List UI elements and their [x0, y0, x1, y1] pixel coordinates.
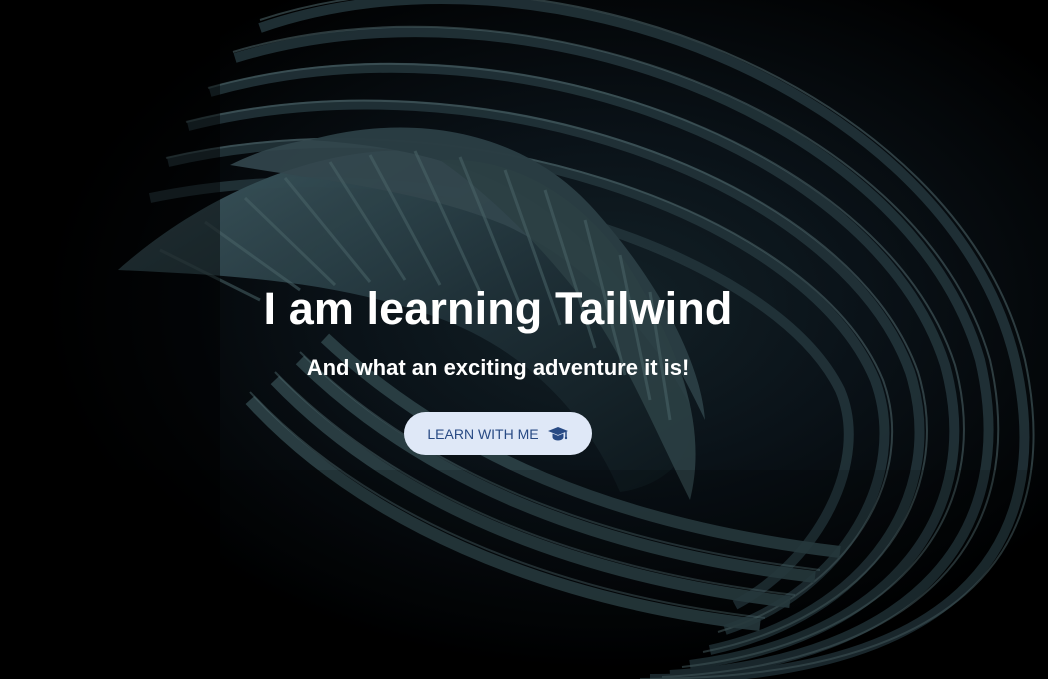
- learn-with-me-label: LEARN WITH ME: [427, 425, 539, 442]
- learn-with-me-button[interactable]: LEARN WITH ME: [404, 412, 592, 455]
- hero-subtitle: And what an exciting adventure it is!: [306, 355, 690, 380]
- hero-section: I am learning Tailwind And what an excit…: [0, 0, 1048, 679]
- graduation-cap-icon: [547, 426, 569, 442]
- hero-title: I am learning Tailwind: [263, 283, 733, 334]
- hero-content: I am learning Tailwind And what an excit…: [0, 0, 1048, 679]
